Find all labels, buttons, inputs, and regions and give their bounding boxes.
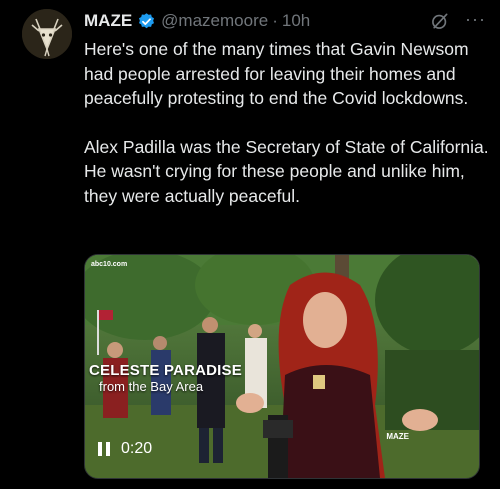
video-player[interactable]: abc10.com CELESTE PARADISE from the Bay … [84, 254, 480, 479]
verified-badge-icon [139, 12, 155, 28]
lower-third: CELESTE PARADISE from the Bay Area [85, 359, 246, 394]
tweet-header: MAZE @mazemoore · 10h ··· [84, 9, 486, 33]
video-controls: 0:20 [97, 440, 152, 458]
author-handle[interactable]: @mazemoore [161, 11, 268, 31]
lower-third-name: CELESTE PARADISE [89, 362, 242, 379]
tweet-paragraph-1: Here's one of the many times that Gavin … [84, 39, 469, 108]
grok-icon[interactable] [430, 11, 450, 31]
author-name[interactable]: MAZE [84, 11, 132, 31]
separator-dot: · [272, 11, 278, 30]
tweet-text: Here's one of the many times that Gavin … [84, 37, 489, 208]
video-watermark: MAZE [386, 432, 409, 441]
author-avatar[interactable] [22, 9, 72, 59]
video-time: 0:20 [121, 440, 153, 457]
timestamp[interactable]: 10h [282, 11, 310, 31]
tweet-paragraph-2: Alex Padilla was the Secretary of State … [84, 136, 489, 206]
more-icon[interactable]: ··· [465, 9, 486, 30]
pause-icon[interactable] [97, 441, 111, 457]
video-source-tag: abc10.com [91, 261, 128, 268]
lower-third-subtitle: from the Bay Area [99, 379, 204, 394]
